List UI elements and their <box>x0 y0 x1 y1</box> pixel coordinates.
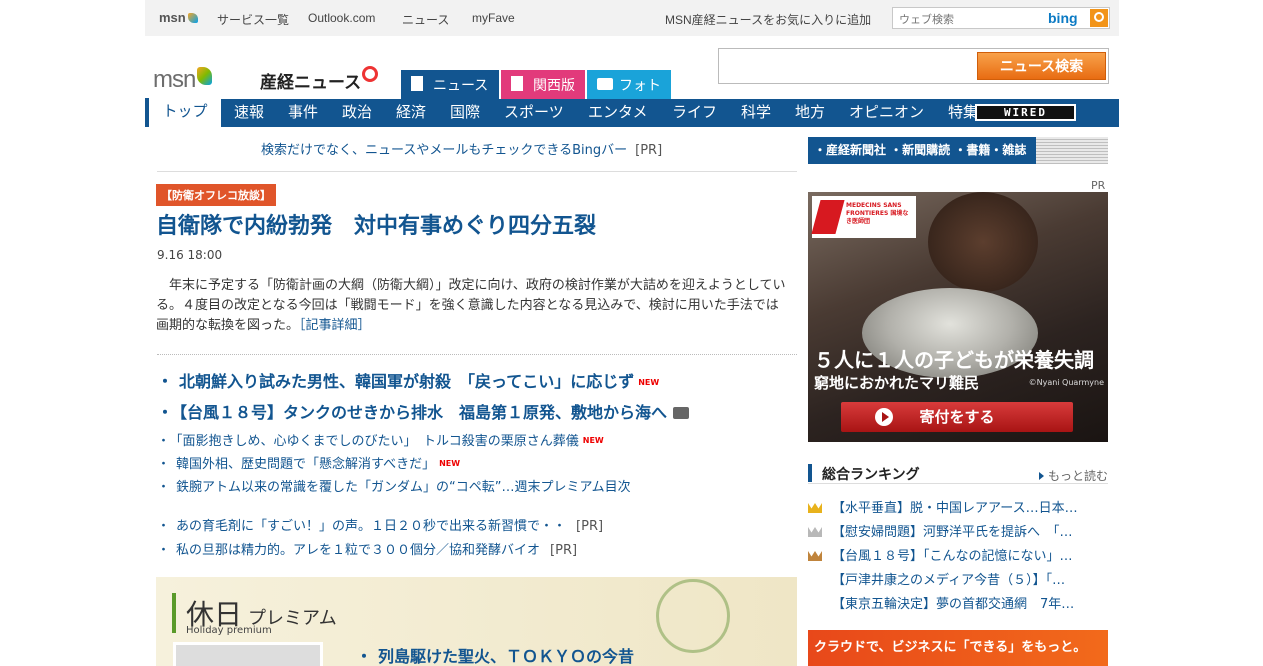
ranking-more-link[interactable]: もっと読む <box>1038 467 1108 484</box>
msf-logo: MEDECINS SANS FRONTIERES 国境なき医師団 <box>811 196 916 238</box>
ad-credit: ©Nyani Quarmyne <box>1028 378 1104 387</box>
web-search-input[interactable] <box>893 10 1043 30</box>
news-item[interactable]: ・「面影抱きしめ、心ゆくまでしのびたい」 トルコ殺害の栗原さん葬儀 NEW <box>157 430 604 449</box>
nav-wired[interactable]: WIRED <box>975 104 1076 121</box>
news-item[interactable]: ・鉄腕アトム以来の常識を覆した「ガンダム」の“コペ転”…週末プレミアム目次 <box>157 476 631 495</box>
ranking-item[interactable]: 【台風１８号】「こんなの記憶にない」… <box>808 545 1108 564</box>
holiday-photo[interactable] <box>173 642 323 666</box>
nav-sokuho[interactable]: 速報 <box>234 99 264 127</box>
search-icon[interactable] <box>1090 9 1108 27</box>
ranking-item[interactable]: 【水平垂直】脱・中国レアアース…日本… <box>808 497 1108 516</box>
divider <box>157 354 797 355</box>
nav-seiji[interactable]: 政治 <box>342 99 372 127</box>
ranking-item[interactable]: 【慰安婦問題】河野洋平氏を提訴へ 「… <box>808 521 1108 540</box>
butterfly-icon <box>187 13 198 23</box>
new-badge: NEW <box>439 459 461 468</box>
camera-icon <box>673 407 690 419</box>
ranking-header: 総合ランキング もっと読む <box>808 462 1108 484</box>
story-lead: 年末に予定する「防衛計画の大綱（防衛大綱）」改定に向け、政府の検討作業が大詰めを… <box>156 278 786 333</box>
crown-icon <box>808 551 822 561</box>
headline-item[interactable]: ・【台風１８号】タンクのせきから排水 福島第１原発、敷地から海へ <box>157 399 690 423</box>
pr-item[interactable]: ・あの育毛剤に「すごい！」の声。１日２０秒で出来る新習慣で・・ [PR] <box>157 515 603 534</box>
document-icon <box>511 76 523 91</box>
top-headline[interactable]: 自衛隊で内紛勃発 対中有事めぐり四分五裂 <box>156 208 596 240</box>
ranking-item[interactable]: 【戸津井康之のメディア今昔（５）】「… <box>808 569 1108 588</box>
crown-icon <box>808 599 822 609</box>
crown-icon <box>808 503 822 513</box>
news-search-button[interactable]: ニュース検索 <box>977 52 1106 80</box>
nav-opinion[interactable]: オピニオン <box>849 99 924 127</box>
main-nav: トップ 速報 事件 政治 経済 国際 スポーツ エンタメ ライフ 科学 地方 オ… <box>145 98 1119 127</box>
msn-logo[interactable]: msn <box>153 66 213 94</box>
new-badge: NEW <box>638 378 660 387</box>
nav-life[interactable]: ライフ <box>672 99 717 127</box>
toplink-myfave[interactable]: myFave <box>472 11 515 25</box>
msn-small-logo[interactable]: msn <box>159 10 198 25</box>
ad-headline: ５人に１人の子どもが栄養失調 <box>814 348 1094 372</box>
nav-keizai[interactable]: 経済 <box>396 99 426 127</box>
web-search-box: bing <box>892 7 1110 30</box>
crown-icon <box>808 575 822 585</box>
crown-icon <box>808 527 822 537</box>
accent-bar <box>808 464 812 482</box>
page: msn サービス一覧 Outlook.com ニュース myFave MSN産経… <box>145 0 1119 666</box>
bing-pr-link[interactable]: 検索だけでなく、ニュースやメールもチェックできるBingバー [PR] <box>261 139 662 158</box>
accent-bar <box>172 593 176 633</box>
tab-news[interactable]: ニュース <box>401 70 499 99</box>
bing-logo: bing <box>1048 10 1078 26</box>
ranking-title: 総合ランキング <box>822 467 920 483</box>
msf-mark-icon <box>811 200 845 234</box>
ad-subhead: 窮地におかれたマリ難民 <box>814 374 980 392</box>
holiday-item[interactable]: ・列島駆けた聖火、ＴＯＫＹＯの今昔 <box>356 643 634 666</box>
story-date: 9.16 18:00 <box>157 248 223 262</box>
toplink-services[interactable]: サービス一覧 <box>217 11 289 28</box>
donate-button[interactable]: 寄付をする <box>841 402 1073 432</box>
nav-jiken[interactable]: 事件 <box>288 99 318 127</box>
camera-icon <box>597 78 613 90</box>
add-favorite-link[interactable]: MSN産経ニュースをお気に入りに追加 <box>665 11 871 28</box>
category-badge[interactable]: 【防衛オフレコ放談】 <box>156 184 276 206</box>
top-strip: msn サービス一覧 Outlook.com ニュース myFave MSN産経… <box>145 0 1119 36</box>
cloud-banner[interactable]: クラウドで、ビジネスに「できる」をもっと。 <box>808 630 1108 666</box>
arrow-right-icon <box>1038 472 1044 480</box>
new-badge: NEW <box>582 436 604 445</box>
pr-item[interactable]: ・私の旦那は精力的。アレを１粒で３００個分／協和発酵バイオ [PR] <box>157 539 577 558</box>
tab-kansai[interactable]: 関西版 <box>501 70 585 99</box>
newspaper-icon <box>1036 137 1108 164</box>
holiday-subtitle: Holiday premium <box>186 625 272 636</box>
news-search-input[interactable] <box>719 49 969 81</box>
nav-kokusai[interactable]: 国際 <box>450 99 480 127</box>
holiday-premium-box: 休日 プレミアム Holiday premium ・列島駆けた聖火、ＴＯＫＹＯの今… <box>156 577 797 666</box>
stamp-icon <box>656 579 730 653</box>
butterfly-icon <box>197 67 213 85</box>
nav-kagaku[interactable]: 科学 <box>741 99 771 127</box>
more-link[interactable]: ［記事詳細］ <box>299 318 371 333</box>
nav-chiho[interactable]: 地方 <box>795 99 825 127</box>
msf-ad-banner[interactable]: MEDECINS SANS FRONTIERES 国境なき医師団 ５人に１人の子… <box>808 192 1108 442</box>
ad-photo-child <box>928 192 1038 292</box>
toplink-news[interactable]: ニュース <box>402 11 449 28</box>
nav-top[interactable]: トップ <box>145 98 221 127</box>
play-icon <box>875 408 893 426</box>
sankei-links-bar[interactable]: ・産経新聞社 ・新聞購読 ・書籍・雑誌 <box>808 137 1108 164</box>
headline-item[interactable]: ・北朝鮮入り試みた男性、韓国軍が射殺 「戻ってこい」に応じず NEW <box>157 368 659 392</box>
toplink-outlook[interactable]: Outlook.com <box>308 11 375 25</box>
nav-sports[interactable]: スポーツ <box>504 99 564 127</box>
news-item[interactable]: ・韓国外相、歴史問題で「懸念解消すべきだ」 NEW <box>157 453 460 472</box>
sankei-mark-icon <box>362 66 378 82</box>
ad-pr-label: PR <box>1091 179 1106 192</box>
ranking-item[interactable]: 【東京五輪決定】夢の首都交通網 7年… <box>808 593 1108 612</box>
nav-tokushu[interactable]: 特集 <box>948 99 978 127</box>
nav-entame[interactable]: エンタメ <box>588 99 648 127</box>
divider <box>157 171 797 172</box>
news-search-box: ニュース検索 <box>718 48 1109 84</box>
sankei-logo[interactable]: 産経ニュース <box>260 68 361 93</box>
tab-photo[interactable]: フォト <box>587 70 671 99</box>
document-icon <box>411 76 423 91</box>
